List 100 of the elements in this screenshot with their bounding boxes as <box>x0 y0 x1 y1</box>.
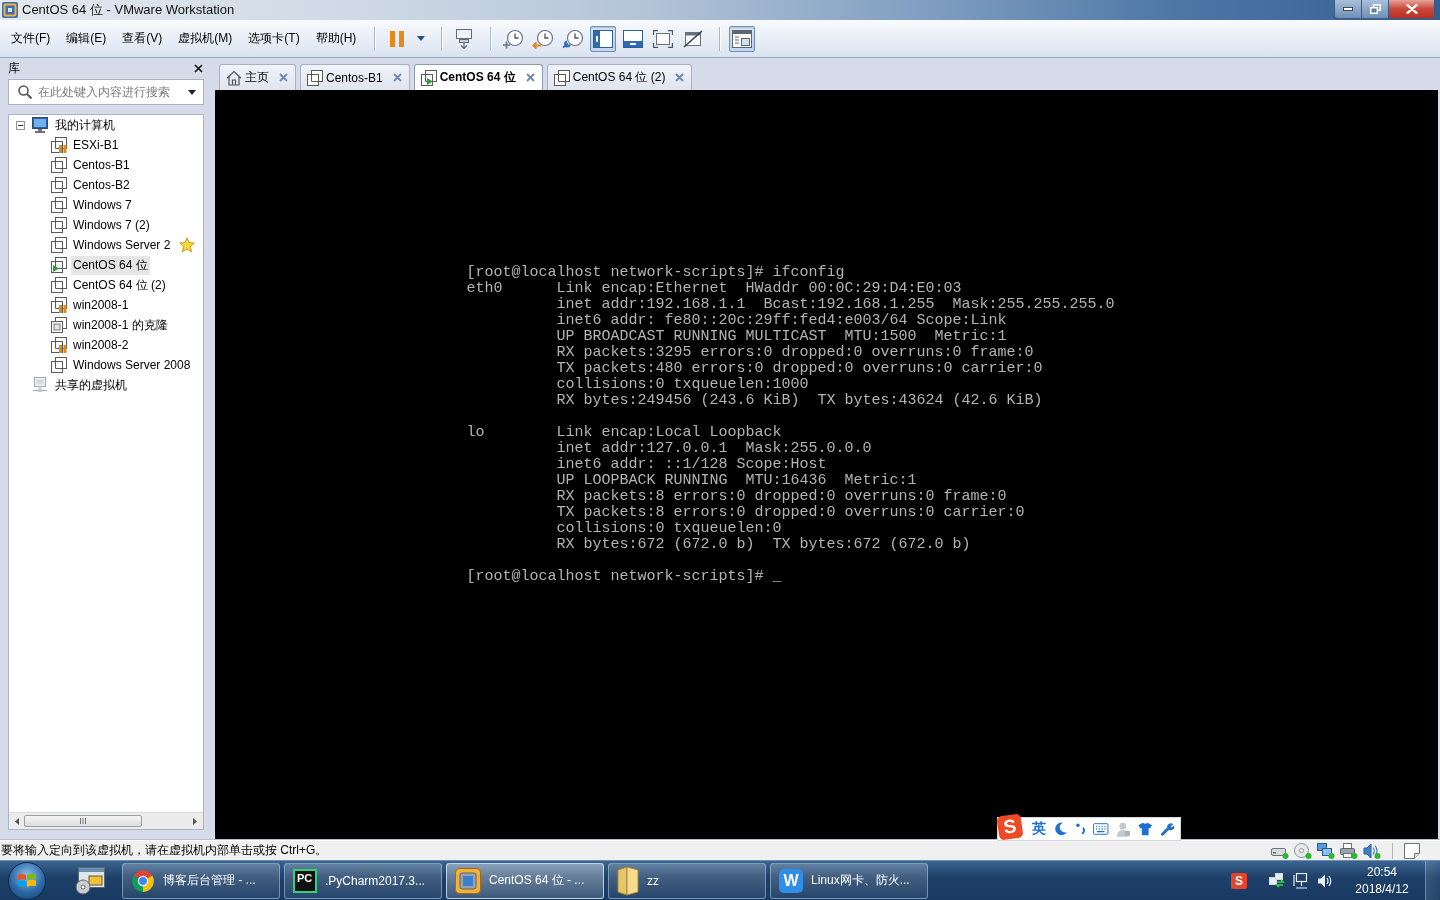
console-line: RX packets:8 errors:0 dropped:0 overruns:0 frame:0 <box>556 489 1007 505</box>
tree-item[interactable]: Windows Server 2008 <box>71 357 193 373</box>
window-list-icon <box>732 29 753 48</box>
note-icon[interactable] <box>1404 842 1420 859</box>
search-field[interactable]: 在此处键入内容进行搜索 <box>8 79 204 105</box>
menu-item[interactable]: 编辑(E) <box>59 27 114 50</box>
window-title: CentOS 64 位 - VMware Workstation <box>22 1 235 19</box>
view-toggle-button[interactable] <box>729 25 756 52</box>
menu-item[interactable]: 文件(F) <box>4 27 58 50</box>
network-icon[interactable] <box>1293 872 1309 889</box>
ime-logo[interactable]: S <box>1231 872 1247 889</box>
tree-item[interactable]: Windows 7 <box>71 197 134 213</box>
interface-name: eth0 <box>466 281 503 297</box>
tree-item[interactable]: win2008-1 <box>71 297 131 313</box>
app-logo: W <box>779 868 803 893</box>
console-screen[interactable] <box>215 90 1438 840</box>
close-icon[interactable] <box>392 73 402 82</box>
clock-arrow-icon <box>532 28 555 49</box>
console-line: RX packets:3295 errors:0 dropped:0 overruns:0 frame:0 <box>556 345 1034 361</box>
close-button[interactable] <box>1389 0 1434 18</box>
horizontal-scrollbar[interactable] <box>9 812 203 829</box>
console-line: inet6 addr: ::1/128 Scope:Host <box>556 457 827 473</box>
network-icon[interactable] <box>1317 842 1335 859</box>
close-icon[interactable] <box>279 73 288 82</box>
punctuation-icon[interactable] <box>1075 823 1086 835</box>
bottom-bar-icon <box>623 29 644 48</box>
network-transfer-icon[interactable] <box>1269 872 1285 889</box>
app-logo: PC <box>293 868 317 893</box>
console-line: inet6 addr: fe80::20c:29ff:fed4:e003/64 Scope:Link <box>556 313 1007 329</box>
program-window-icon <box>75 866 105 895</box>
minimize-icon <box>1343 7 1353 11</box>
tree-item[interactable]: 共享的虚拟机 <box>53 375 129 395</box>
shirt-icon[interactable] <box>1138 822 1153 836</box>
interface-name: lo <box>466 425 485 441</box>
keyboard-icon[interactable] <box>1093 823 1109 835</box>
console-line: Link encap:Local Loopback <box>556 425 782 441</box>
tree-item[interactable]: Centos-B1 <box>71 157 132 173</box>
minimize-button[interactable] <box>1335 0 1362 18</box>
printer-icon[interactable] <box>1340 842 1358 859</box>
start-button[interactable] <box>8 861 46 900</box>
shared-computer-icon <box>32 377 48 393</box>
console-line: TX packets:8 errors:0 dropped:0 overruns:0 carrier:0 <box>556 505 1025 521</box>
tree-item[interactable]: Windows 7 (2) <box>71 217 152 233</box>
close-panel-button[interactable] <box>194 63 203 73</box>
menu-item[interactable]: 查看(V) <box>115 27 170 50</box>
clock-plus-icon <box>502 28 525 49</box>
menu-item[interactable]: 虚拟机(M) <box>171 27 240 50</box>
speaker-icon[interactable] <box>1363 842 1381 859</box>
tree-item[interactable]: ESXi-B1 <box>71 137 121 153</box>
console-line: UP LOOPBACK RUNNING MTU:16436 Metric:1 <box>556 473 917 489</box>
console-line: inet addr:192.168.1.1 Bcast:192.168.1.255 Mask:255.255.255.0 <box>556 297 1115 313</box>
fullscreen-icon <box>653 29 674 48</box>
menu-item[interactable]: 选项卡(T) <box>241 27 307 50</box>
tab[interactable]: 主页 <box>219 64 296 90</box>
view-toggle-button[interactable] <box>590 25 617 52</box>
tree-item[interactable]: win2008-1 的克隆 <box>71 315 170 335</box>
vm-window-icon <box>455 867 481 894</box>
home-icon <box>226 69 242 86</box>
tree-item[interactable]: win2008-2 <box>71 337 131 353</box>
show-desktop-button[interactable] <box>1425 861 1440 900</box>
close-icon[interactable] <box>675 73 685 82</box>
console-line: collisions:0 txqueuelen:0 <box>556 521 782 537</box>
restore-icon <box>1369 4 1381 14</box>
console-line: [root@localhost network-scripts]# ifconfig <box>466 265 845 281</box>
taskbar-button[interactable]: PC .PyCharm2017.3... <box>284 862 442 899</box>
tab[interactable]: Centos-B1 <box>300 64 410 90</box>
language-toggle[interactable]: 英 <box>1032 820 1046 838</box>
tab[interactable]: CentOS 64 位 <box>413 64 543 90</box>
caret-icon <box>417 36 426 41</box>
tree-item[interactable]: Windows Server 2 <box>71 237 173 253</box>
tree-item[interactable]: Centos-B2 <box>71 177 132 193</box>
computer-icon <box>32 117 48 133</box>
tab[interactable]: CentOS 64 位 (2) <box>546 64 693 90</box>
close-icon[interactable] <box>525 73 535 82</box>
tree-item[interactable]: CentOS 64 位 <box>71 255 150 275</box>
restore-button[interactable] <box>1362 0 1389 18</box>
taskbar-button[interactable]: zz <box>608 862 766 899</box>
tree-item[interactable]: CentOS 64 位 (2) <box>71 275 168 295</box>
collapse-icon[interactable] <box>16 120 25 130</box>
console-line: [root@localhost network-scripts]# _ <box>466 569 782 585</box>
scrollbar-thumb[interactable] <box>24 815 142 827</box>
speaker-icon[interactable] <box>1317 872 1333 889</box>
taskbar-button[interactable]: W Linux网卡、防火... <box>770 862 928 899</box>
pause-icon <box>390 30 405 47</box>
arrow-left-icon[interactable] <box>15 817 19 825</box>
crossed-window-icon <box>683 29 704 48</box>
clock-time: 20:54 <box>1367 863 1397 881</box>
wrench-icon[interactable] <box>1160 822 1174 836</box>
menu-item[interactable]: 帮助(H) <box>308 27 364 50</box>
app-icon <box>2 2 18 18</box>
taskbar-button[interactable]: CentOS 64 位 - ... <box>446 862 604 899</box>
arrow-right-icon[interactable] <box>193 817 197 825</box>
tree-item[interactable]: 我的计算机 <box>53 115 117 135</box>
console-line: TX packets:480 errors:0 dropped:0 overruns:0 carrier:0 <box>556 361 1043 377</box>
moon-icon[interactable] <box>1054 822 1068 836</box>
console-line: RX bytes:249456 (243.6 KiB) TX bytes:43624 (42.6 KiB) <box>556 393 1043 409</box>
caret-icon <box>188 89 196 95</box>
taskbar-button[interactable]: 博客后台管理 - ... <box>122 862 280 899</box>
close-icon <box>194 63 203 73</box>
status-message: 要将输入定向到该虚拟机，请在虚拟机内部单击或按 Ctrl+G。 <box>1 842 328 859</box>
